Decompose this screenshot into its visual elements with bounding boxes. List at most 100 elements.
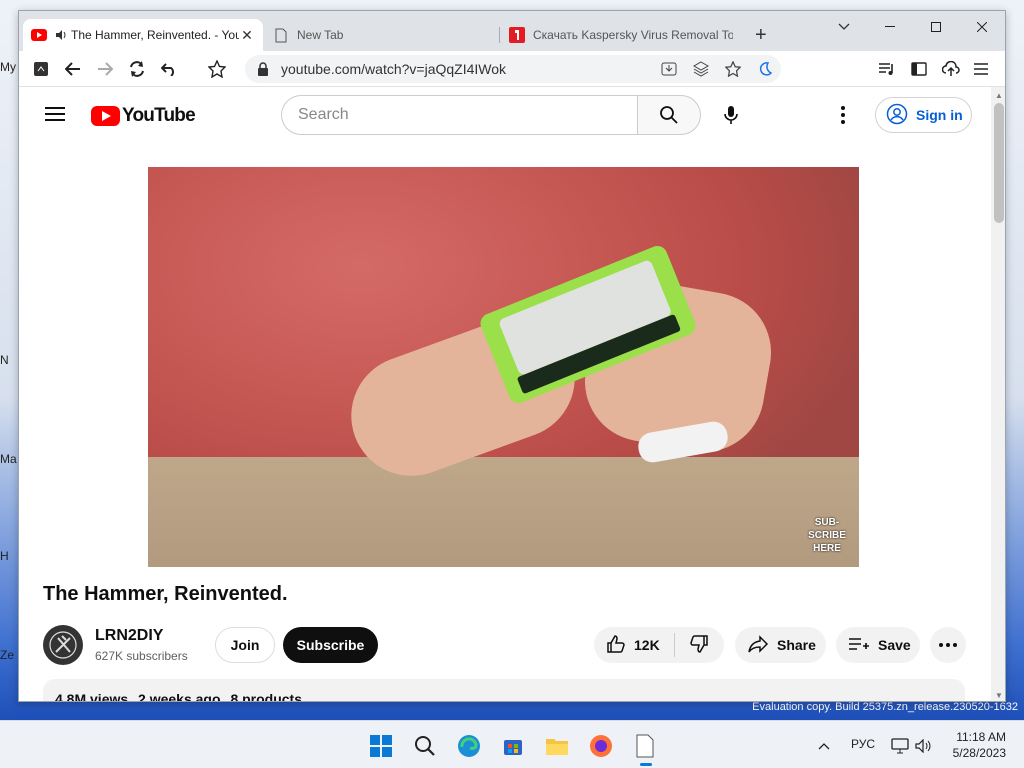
youtube-header: YouTube Search Sign in <box>19 87 991 143</box>
volume-icon[interactable] <box>914 733 934 759</box>
scroll-up-arrow[interactable]: ▲ <box>991 87 1005 103</box>
youtube-play-icon <box>91 106 120 126</box>
scroll-down-arrow[interactable]: ▼ <box>991 687 1005 701</box>
sidebar-icon[interactable] <box>907 57 931 81</box>
microphone-icon[interactable] <box>711 95 751 135</box>
upload-age: 2 weeks ago <box>138 691 221 702</box>
like-count: 12K <box>634 637 660 653</box>
file-explorer-icon[interactable] <box>544 733 570 759</box>
view-count: 4.8M views <box>55 691 129 702</box>
address-bar[interactable]: youtube.com/watch?v=jaQqZI4IWok <box>245 55 781 83</box>
thumbs-down-icon <box>689 634 709 657</box>
page-icon <box>273 27 289 43</box>
tab-bar: The Hammer, Reinvented. - YouTube ✕ New … <box>19 11 1005 51</box>
channel-row: LRN2DIY 627K subscribers Join Subscribe … <box>43 623 973 667</box>
chevron-down-icon[interactable] <box>821 11 867 43</box>
tab-title: Скачать Kaspersky Virus Removal Tool <box>533 28 733 42</box>
desktop-label: My <box>0 60 16 74</box>
chevron-up-icon[interactable] <box>814 733 834 759</box>
download-page-icon[interactable] <box>653 57 685 81</box>
video-player[interactable]: SUB- SCRIBE HERE <box>148 167 859 567</box>
menu-icon[interactable] <box>969 57 993 81</box>
notepad-icon[interactable] <box>632 733 658 759</box>
speaker-icon[interactable] <box>55 27 67 43</box>
close-icon[interactable]: ✕ <box>239 27 255 44</box>
dislike-button[interactable] <box>675 634 723 657</box>
share-label: Share <box>777 637 816 653</box>
edge-browser-icon[interactable] <box>456 733 482 759</box>
clock-time: 11:18 AM <box>956 730 1006 744</box>
save-button[interactable]: Save <box>836 627 920 663</box>
network-icon[interactable] <box>890 733 910 759</box>
evaluation-watermark: Evaluation copy. Build 25375.zn_release.… <box>752 701 1018 713</box>
back-icon[interactable] <box>61 57 85 81</box>
video-frame-table <box>148 457 859 567</box>
scrollbar-thumb[interactable] <box>994 103 1004 223</box>
logo-text: YouTube <box>122 105 196 126</box>
tab-youtube[interactable]: The Hammer, Reinvented. - YouTube ✕ <box>23 19 263 51</box>
search-input[interactable]: Search <box>281 95 637 135</box>
subscribe-button[interactable]: Subscribe <box>283 627 378 663</box>
more-actions-icon[interactable] <box>930 627 966 663</box>
reading-mode-icon[interactable] <box>29 57 53 81</box>
tab-separator <box>499 27 500 43</box>
subscribe-overlay[interactable]: SUB- SCRIBE HERE <box>807 516 847 555</box>
tab-new-tab[interactable]: New Tab <box>265 19 497 51</box>
dark-mode-moon-icon[interactable] <box>749 57 781 81</box>
desktop-label: N <box>0 353 9 367</box>
tab-title: New Tab <box>297 28 344 42</box>
desktop-label: H <box>0 549 9 563</box>
sign-in-button[interactable]: Sign in <box>875 97 972 133</box>
thumbs-up-icon <box>606 634 626 657</box>
search-taskbar-icon[interactable] <box>412 733 438 759</box>
forward-icon[interactable] <box>93 57 117 81</box>
sign-in-label: Sign in <box>916 107 963 123</box>
taskbar: РУС 11:18 AM 5/28/2023 <box>0 720 1024 768</box>
system-clock[interactable]: 11:18 AM 5/28/2023 <box>953 729 1006 761</box>
favorite-star-icon[interactable] <box>717 57 749 81</box>
share-arrow-icon <box>747 634 769 656</box>
url-text: youtube.com/watch?v=jaQqZI4IWok <box>281 61 507 77</box>
tab-kaspersky[interactable]: Скачать Kaspersky Virus Removal Tool <box>501 19 741 51</box>
settings-kebab-icon[interactable] <box>831 103 855 127</box>
like-dislike-group: 12K <box>594 627 724 663</box>
youtube-icon <box>31 27 47 43</box>
minimize-button[interactable] <box>867 11 913 43</box>
browser-toolbar: youtube.com/watch?v=jaQqZI4IWok <box>19 51 1005 87</box>
channel-avatar[interactable] <box>43 625 83 665</box>
start-windows-icon[interactable] <box>368 733 394 759</box>
bookmark-star-icon[interactable] <box>205 57 229 81</box>
maximize-button[interactable] <box>913 11 959 43</box>
extensions-cube-icon[interactable] <box>685 57 717 81</box>
like-button[interactable]: 12K <box>594 634 674 657</box>
desktop-label: Ma <box>0 452 17 466</box>
page-scrollbar[interactable]: ▲ ▼ <box>991 87 1005 701</box>
store-icon[interactable] <box>500 733 526 759</box>
share-button[interactable]: Share <box>735 627 826 663</box>
video-title: The Hammer, Reinvented. <box>43 583 288 605</box>
close-window-button[interactable] <box>959 11 1005 43</box>
channel-name[interactable]: LRN2DIY <box>95 627 163 645</box>
search-icon[interactable] <box>637 95 701 135</box>
language-indicator[interactable]: РУС <box>851 737 875 751</box>
hamburger-menu-icon[interactable] <box>43 103 67 127</box>
products-count: 8 products <box>230 691 303 702</box>
clock-date: 5/28/2023 <box>952 746 1006 760</box>
new-tab-button[interactable]: + <box>747 19 775 51</box>
playlist-icon[interactable] <box>875 57 899 81</box>
active-app-indicator <box>640 763 652 766</box>
lock-icon <box>257 62 271 76</box>
browser-window: The Hammer, Reinvented. - YouTube ✕ New … <box>18 10 1006 702</box>
reload-icon[interactable] <box>125 57 149 81</box>
description-box[interactable]: 4.8M views 2 weeks ago 8 products <box>43 679 965 702</box>
firefox-icon[interactable] <box>588 733 614 759</box>
add-playlist-icon <box>848 636 870 655</box>
join-button[interactable]: Join <box>215 627 275 663</box>
youtube-page: YouTube Search Sign in SUB- SCRIBE HERE … <box>19 87 991 702</box>
undo-icon[interactable] <box>157 57 181 81</box>
youtube-logo[interactable]: YouTube <box>91 105 196 127</box>
account-icon <box>886 103 908 128</box>
cloud-upload-icon[interactable] <box>939 57 963 81</box>
subscriber-count: 627K subscribers <box>95 649 188 663</box>
save-label: Save <box>878 637 911 653</box>
